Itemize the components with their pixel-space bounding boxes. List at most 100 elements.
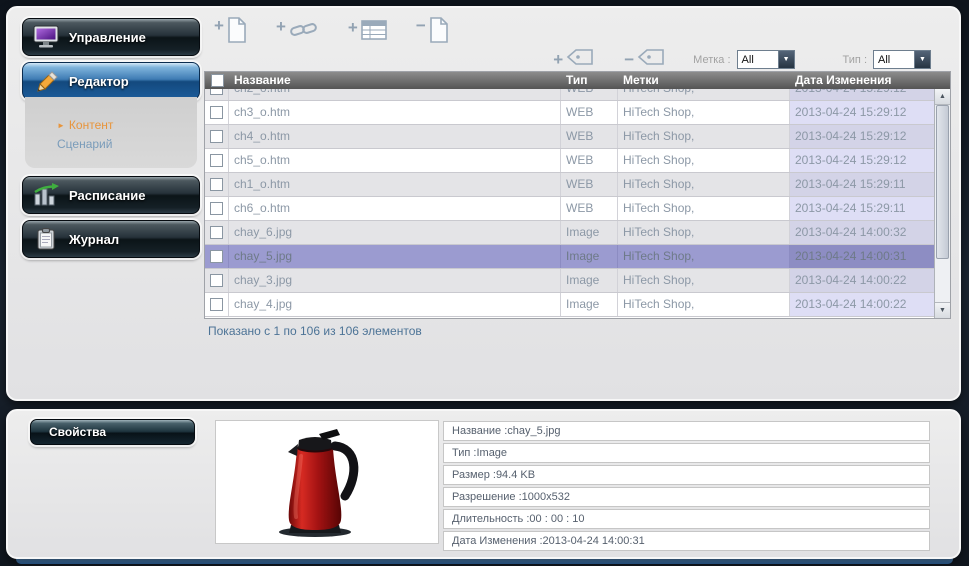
table-header: Название Тип Метки Дата Изменения [205, 72, 950, 89]
cell-date: 2013-04-24 15:29:11 [790, 197, 934, 220]
cell-type: Image [561, 269, 618, 292]
cell-name: chay_6.jpg [229, 221, 561, 244]
scrollbar-thumb[interactable] [936, 105, 949, 259]
row-checkbox[interactable] [205, 197, 229, 220]
scroll-down-button[interactable]: ▼ [935, 302, 950, 318]
plus-glyph: + [553, 51, 563, 68]
add-document-button[interactable]: + [214, 17, 247, 48]
up-arrow-icon: ▲ [939, 93, 946, 100]
column-header-type[interactable]: Тип [561, 72, 618, 89]
table-row[interactable]: chay_3.jpgImageHiTech Shop,2013-04-24 14… [205, 269, 934, 293]
sidebar-item-schedule[interactable]: Расписание [22, 176, 200, 214]
select-all-checkbox[interactable] [205, 72, 229, 89]
vertical-scrollbar[interactable]: ▲ ▼ [934, 89, 950, 318]
main-panel: Управление Редактор ►Контент Сценарий [6, 6, 961, 401]
cell-tags: HiTech Shop, [618, 269, 790, 292]
cell-type: Image [561, 221, 618, 244]
minus-glyph: − [416, 17, 426, 34]
submenu-item-label: Сценарий [57, 137, 112, 151]
property-label: Дата Изменения [452, 535, 536, 547]
cell-type: WEB [561, 173, 618, 196]
table-row[interactable]: ch2_o.htmWEBHiTech Shop,2013-04-24 15:29… [205, 89, 934, 101]
property-row: Размер : 94.4 KB [443, 465, 930, 485]
row-checkbox[interactable] [205, 149, 229, 172]
cell-date: 2013-04-24 15:29:12 [790, 101, 934, 124]
plus-glyph: + [214, 17, 224, 34]
column-header-tags[interactable]: Метки [618, 72, 790, 89]
table-row[interactable]: chay_6.jpgImageHiTech Shop,2013-04-24 14… [205, 221, 934, 245]
submenu-item-content[interactable]: ►Контент [57, 118, 197, 132]
row-checkbox[interactable] [205, 125, 229, 148]
plus-glyph: + [276, 18, 286, 35]
document-icon [429, 17, 449, 48]
table-row[interactable]: ch3_o.htmWEBHiTech Shop,2013-04-24 15:29… [205, 101, 934, 125]
row-checkbox[interactable] [205, 293, 229, 316]
cell-name: ch3_o.htm [229, 101, 561, 124]
scroll-up-button[interactable]: ▲ [935, 89, 950, 105]
column-header-date[interactable]: Дата Изменения [790, 72, 950, 89]
cell-tags: HiTech Shop, [618, 245, 790, 268]
table-row[interactable]: chay_4.jpgImageHiTech Shop,2013-04-24 14… [205, 293, 934, 317]
properties-button-label: Свойства [49, 425, 106, 439]
sidebar-item-editor[interactable]: Редактор [22, 62, 200, 100]
property-label: Название [452, 425, 501, 437]
property-value: 2013-04-24 14:00:31 [543, 535, 645, 547]
cell-name: chay_4.jpg [229, 293, 561, 316]
cell-tags: HiTech Shop, [618, 125, 790, 148]
document-icon [227, 17, 247, 48]
add-table-button[interactable]: + [348, 19, 387, 46]
tag-filter-select[interactable]: All ▼ [737, 50, 795, 69]
pagination-status: Показано с 1 по 106 из 106 элементов [208, 324, 422, 338]
property-row: Тип : Image [443, 443, 930, 463]
row-checkbox[interactable] [205, 173, 229, 196]
submenu-item-scenario[interactable]: Сценарий [57, 137, 197, 151]
property-value: 00 : 00 : 10 [529, 513, 584, 525]
table-row[interactable]: chay_5.jpgImageHiTech Shop,2013-04-24 14… [205, 245, 934, 269]
remove-tag-button[interactable]: − [624, 48, 665, 71]
cell-name: ch6_o.htm [229, 197, 561, 220]
sidebar-item-label: Журнал [69, 232, 119, 247]
type-filter-select[interactable]: All ▼ [873, 50, 931, 69]
row-checkbox[interactable] [205, 101, 229, 124]
tag-icon [566, 48, 594, 71]
add-tag-button[interactable]: + [553, 48, 594, 71]
row-checkbox[interactable] [205, 89, 229, 100]
cell-type: Image [561, 245, 618, 268]
property-row: Дата Изменения : 2013-04-24 14:00:31 [443, 531, 930, 551]
sidebar-item-label: Управление [69, 30, 146, 45]
property-value: Image [476, 447, 507, 459]
table-row[interactable]: ch6_o.htmWEBHiTech Shop,2013-04-24 15:29… [205, 197, 934, 221]
tag-filter-value: All [738, 54, 778, 66]
sidebar-item-journal[interactable]: Журнал [22, 220, 200, 258]
minus-glyph: − [624, 51, 634, 68]
column-header-name[interactable]: Название [229, 72, 561, 89]
clipboard-icon [33, 227, 59, 251]
cell-type: WEB [561, 149, 618, 172]
row-checkbox[interactable] [205, 269, 229, 292]
table-row[interactable]: ch1_o.htmWEBHiTech Shop,2013-04-24 15:29… [205, 173, 934, 197]
submenu-item-label: Контент [69, 118, 113, 132]
sidebar-item-management[interactable]: Управление [22, 18, 200, 56]
cell-name: chay_5.jpg [229, 245, 561, 268]
cell-type: WEB [561, 197, 618, 220]
table-row[interactable]: ch4_o.htmWEBHiTech Shop,2013-04-24 15:29… [205, 125, 934, 149]
table-icon [361, 19, 387, 46]
cell-tags: HiTech Shop, [618, 101, 790, 124]
plus-glyph: + [348, 19, 358, 36]
toolbar: + + + [214, 17, 449, 48]
cell-tags: HiTech Shop, [618, 173, 790, 196]
cell-name: chay_3.jpg [229, 269, 561, 292]
row-checkbox[interactable] [205, 245, 229, 268]
cell-tags: HiTech Shop, [618, 197, 790, 220]
property-label: Длительность [452, 513, 523, 525]
remove-document-button[interactable]: − [416, 17, 449, 48]
row-checkbox[interactable] [205, 221, 229, 244]
cell-name: ch4_o.htm [229, 125, 561, 148]
properties-button[interactable]: Свойства [30, 419, 195, 445]
cell-date: 2013-04-24 15:29:12 [790, 89, 934, 100]
add-link-button[interactable]: + [276, 18, 319, 47]
monitor-icon [33, 25, 59, 49]
properties-list: Название : chay_5.jpgТип : ImageРазмер :… [443, 421, 930, 553]
table-row[interactable]: ch5_o.htmWEBHiTech Shop,2013-04-24 15:29… [205, 149, 934, 173]
property-value: 94.4 KB [496, 469, 535, 481]
